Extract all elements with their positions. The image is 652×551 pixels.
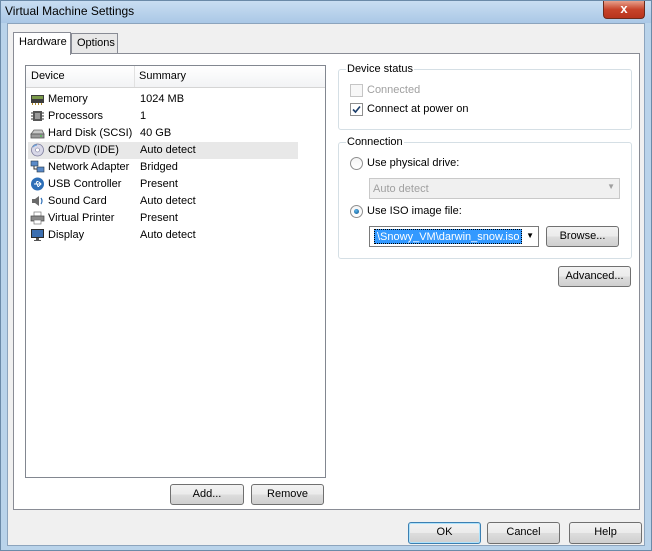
window-title: Virtual Machine Settings — [5, 4, 135, 18]
table-row[interactable]: Virtual Printer Present — [28, 210, 298, 227]
table-row[interactable]: CD/DVD (IDE) Auto detect — [28, 142, 298, 159]
device-name: Memory — [48, 93, 88, 105]
tab-options[interactable]: Options — [71, 33, 118, 53]
column-header-summary[interactable]: Summary — [139, 70, 186, 82]
remove-device-button[interactable]: Remove — [251, 484, 324, 505]
table-row[interactable]: Memory 1024 MB — [28, 91, 298, 108]
use-iso-image-radio[interactable] — [350, 205, 363, 218]
table-row[interactable]: Sound Card Auto detect — [28, 193, 298, 210]
device-name: CD/DVD (IDE) — [48, 144, 119, 156]
cd-dvd-icon — [31, 143, 44, 157]
connection-title: Connection — [346, 136, 404, 148]
device-summary: Present — [140, 178, 178, 190]
iso-image-path-value: \Snowy_VM\darwin_snow.iso — [374, 229, 523, 244]
device-name: USB Controller — [48, 178, 122, 190]
device-summary: Bridged — [140, 161, 178, 173]
connected-label: Connected — [367, 84, 421, 96]
settings-window: Virtual Machine Settings x Hardware Opti… — [0, 0, 652, 551]
add-device-button[interactable]: Add... — [170, 484, 244, 505]
usb-icon — [31, 177, 44, 191]
device-name: Sound Card — [48, 195, 107, 207]
device-name: Virtual Printer — [48, 212, 115, 224]
column-header-device[interactable]: Device — [31, 70, 65, 82]
printer-icon — [30, 211, 45, 225]
list-header: Device Summary — [26, 66, 325, 88]
close-icon: x — [620, 1, 628, 16]
device-summary: 1024 MB — [140, 93, 185, 105]
chevron-down-icon: ▼ — [607, 182, 615, 191]
physical-drive-value: Auto detect — [373, 183, 429, 195]
column-separator[interactable] — [134, 66, 135, 87]
device-summary: Auto detect — [140, 144, 196, 156]
table-row[interactable]: Display Auto detect — [28, 227, 298, 244]
device-summary: 40 GB — [140, 127, 172, 139]
hardware-panel: Device Summary Memory 1024 MB Processors… — [13, 53, 640, 510]
device-summary: Auto detect — [140, 195, 196, 207]
device-summary: 1 — [140, 110, 147, 122]
sound-icon — [32, 196, 43, 206]
device-summary: Auto detect — [140, 229, 196, 241]
table-row[interactable]: Hard Disk (SCSI) 40 GB — [28, 125, 298, 142]
hard-disk-icon — [30, 129, 45, 139]
physical-drive-select[interactable]: Auto detect ▼ — [369, 178, 620, 199]
tab-hardware[interactable]: Hardware — [13, 32, 71, 55]
device-name: Hard Disk (SCSI) — [48, 127, 133, 139]
device-name: Display — [48, 229, 85, 241]
use-physical-drive-radio[interactable] — [350, 157, 363, 170]
device-name: Network Adapter — [48, 161, 130, 173]
chevron-down-icon: ▼ — [526, 231, 534, 240]
title-bar[interactable]: Virtual Machine Settings x — [1, 1, 651, 23]
use-iso-image-label: Use ISO image file: — [367, 205, 462, 217]
table-row[interactable]: USB Controller Present — [28, 176, 298, 193]
browse-button[interactable]: Browse... — [546, 226, 619, 247]
help-button[interactable]: Help — [569, 522, 642, 544]
network-adapter-icon — [30, 160, 45, 173]
connection-group: Connection Use physical drive: Auto dete… — [338, 136, 632, 259]
device-status-group: Device status Connected Connect at power… — [338, 63, 632, 130]
tab-options-label: Options — [77, 37, 115, 49]
dialog-client: Hardware Options Device Summary Memory 1… — [7, 23, 645, 546]
processor-icon — [31, 111, 44, 121]
device-summary: Present — [140, 212, 178, 224]
connect-at-power-on-label: Connect at power on — [367, 103, 469, 115]
iso-image-path-input[interactable]: \Snowy_VM\darwin_snow.iso ▼ — [369, 226, 539, 247]
device-list[interactable]: Device Summary Memory 1024 MB Processors… — [25, 65, 326, 478]
tab-hardware-label: Hardware — [19, 36, 67, 48]
memory-icon — [31, 95, 44, 105]
advanced-button[interactable]: Advanced... — [558, 266, 631, 287]
ok-button[interactable]: OK — [408, 522, 481, 544]
display-icon — [31, 229, 44, 241]
cancel-button[interactable]: Cancel — [487, 522, 560, 544]
table-row[interactable]: Processors 1 — [28, 108, 298, 125]
device-status-title: Device status — [346, 63, 415, 75]
close-button[interactable]: x — [603, 1, 645, 19]
connected-checkbox[interactable] — [350, 84, 363, 97]
checkmark-icon — [352, 105, 361, 114]
table-row[interactable]: Network Adapter Bridged — [28, 159, 298, 176]
device-name: Processors — [48, 110, 104, 122]
connect-at-power-on-checkbox[interactable] — [350, 103, 363, 116]
use-physical-drive-label: Use physical drive: — [367, 157, 460, 169]
